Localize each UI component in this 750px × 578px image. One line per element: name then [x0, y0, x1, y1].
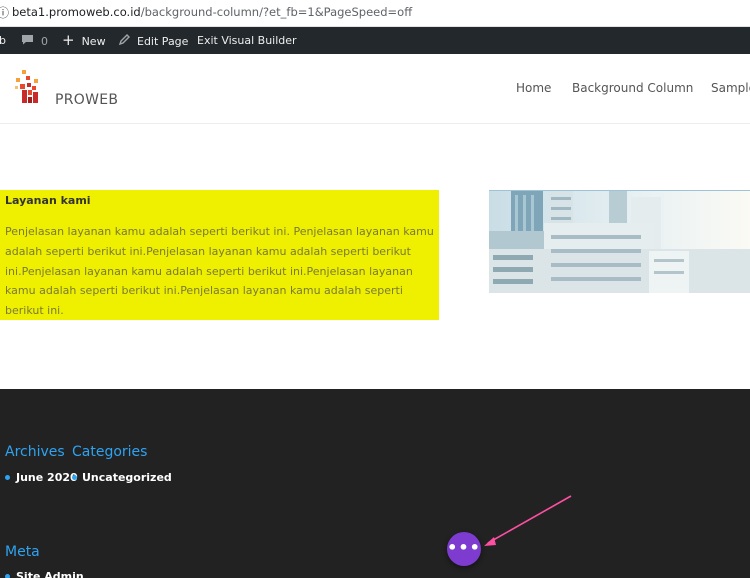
admin-new-link[interactable]: + New	[62, 31, 106, 49]
builder-settings-button[interactable]: •••	[447, 532, 481, 566]
bullet-icon	[5, 574, 10, 578]
admin-new-label: New	[81, 35, 106, 48]
building-image	[489, 190, 750, 293]
services-column[interactable]: Layanan kami Penjelasan layanan kamu ada…	[0, 190, 439, 320]
admin-site-link[interactable]: b	[0, 34, 6, 47]
footer-category-item[interactable]: Uncategorized	[72, 471, 172, 484]
comments-count: 0	[41, 34, 48, 48]
footer-meta-title: Meta	[5, 544, 40, 560]
url-text[interactable]: beta1.promoweb.co.id/background-column/?…	[12, 5, 412, 19]
nav-item-background-column[interactable]: Background Column	[572, 81, 693, 95]
pencil-icon	[118, 34, 130, 49]
footer-meta-item[interactable]: Site Admin	[5, 570, 84, 578]
footer-archives-title: Archives	[5, 444, 65, 460]
admin-comments-link[interactable]: 0	[21, 34, 48, 48]
footer-archive-label: June 2020	[16, 471, 78, 484]
admin-edit-page-link[interactable]: Edit Page	[118, 34, 188, 49]
services-title: Layanan kami	[5, 194, 91, 207]
plus-icon: +	[62, 31, 75, 49]
site-brand-name[interactable]: PROWEB	[55, 92, 118, 108]
more-dots-icon: •••	[447, 538, 481, 557]
url-path: /background-column/?et_fb=1&PageSpeed=of…	[140, 5, 413, 19]
comment-icon	[21, 34, 34, 48]
browser-url-bar[interactable]: ⓘ beta1.promoweb.co.id/background-column…	[0, 0, 750, 27]
site-footer: Archives Categories June 2020 Uncategori…	[0, 389, 750, 578]
site-info-icon[interactable]: ⓘ	[0, 4, 9, 21]
nav-item-sample[interactable]: Sample	[711, 81, 750, 95]
footer-category-label: Uncategorized	[82, 471, 172, 484]
admin-exit-builder-label: Exit Visual Builder	[197, 34, 297, 47]
proweb-logo-icon[interactable]	[13, 70, 43, 104]
admin-edit-page-label: Edit Page	[137, 35, 189, 48]
footer-categories-title: Categories	[72, 444, 148, 460]
admin-site-label: b	[0, 34, 6, 47]
site-header: PROWEB Home Background Column Sample	[0, 54, 750, 124]
footer-archive-item[interactable]: June 2020	[5, 471, 78, 484]
wp-admin-bar: b 0 + New Edit Page Exit Visual Builder	[0, 27, 750, 54]
bullet-icon	[72, 475, 77, 480]
services-text: Penjelasan layanan kamu adalah seperti b…	[5, 225, 434, 318]
admin-exit-builder-link[interactable]: Exit Visual Builder	[197, 34, 297, 47]
url-host: beta1.promoweb.co.id	[12, 5, 141, 19]
footer-meta-label: Site Admin	[16, 570, 84, 578]
bullet-icon	[5, 475, 10, 480]
nav-item-home[interactable]: Home	[516, 81, 551, 95]
